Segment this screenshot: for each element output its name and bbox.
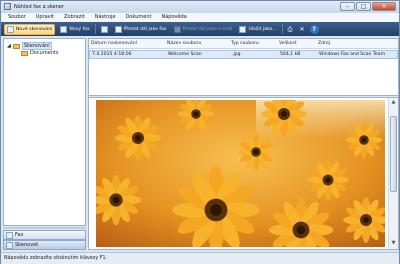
nav-scan-label: Skenovat bbox=[15, 242, 39, 248]
help-icon[interactable]: ? bbox=[309, 24, 319, 34]
column-size[interactable]: Velikost bbox=[279, 41, 297, 46]
save-as-button[interactable]: Uložit jako... bbox=[237, 24, 278, 35]
column-filetype[interactable]: Typ souboru bbox=[231, 41, 259, 46]
column-filename[interactable]: Název souboru bbox=[167, 41, 201, 46]
new-scan-button[interactable]: Nové skenování bbox=[4, 23, 56, 35]
tree-label-documents: Documents bbox=[30, 50, 59, 56]
forward-fax-icon bbox=[114, 25, 122, 33]
scroll-up-icon[interactable]: ▲ bbox=[390, 99, 397, 106]
new-fax-label: Nový fax bbox=[69, 26, 90, 32]
menu-file[interactable]: Soubor bbox=[8, 13, 26, 22]
menu-edit[interactable]: Upravit bbox=[36, 13, 54, 22]
print-icon[interactable]: ⎙ bbox=[286, 25, 295, 34]
toolbar-separator bbox=[281, 24, 283, 34]
preview-pane: ▲ ▼ bbox=[89, 98, 398, 249]
window-title: Náhled fax a skener bbox=[14, 4, 64, 10]
cell-filename: Welcome Scan bbox=[168, 52, 202, 57]
collapse-icon[interactable]: ◢ bbox=[7, 43, 11, 49]
forward-fax-label: Předat dál jako fax bbox=[123, 26, 167, 32]
nav-fax-button[interactable]: Fax bbox=[3, 230, 86, 240]
fax-icon bbox=[6, 231, 13, 239]
cell-date: 7.4.2015 4:18:06 bbox=[92, 52, 132, 57]
fax-icon bbox=[60, 25, 68, 33]
scanner-icon bbox=[6, 241, 13, 249]
forward-email-label: Předat dál jako e-mail bbox=[182, 26, 233, 32]
maximize-button[interactable]: □ bbox=[356, 2, 371, 11]
new-fax-button[interactable]: Nový fax bbox=[58, 24, 91, 35]
save-icon bbox=[239, 25, 247, 33]
nav-fax-label: Fax bbox=[15, 232, 24, 238]
scroll-down-icon[interactable]: ▼ bbox=[390, 240, 397, 247]
main-window: Náhled fax a skener – □ ✕ Soubor Upravit… bbox=[0, 0, 400, 264]
list-header: Datum naskenování Název souboru Typ soub… bbox=[89, 39, 398, 49]
document-icon bbox=[100, 25, 108, 33]
scan-view-button[interactable] bbox=[99, 24, 110, 35]
nav-scan-button[interactable]: Skenovat bbox=[3, 240, 86, 250]
forward-email-button[interactable]: Předat dál jako e-mail bbox=[172, 24, 235, 35]
column-source[interactable]: Zdroj bbox=[318, 41, 330, 46]
forward-email-icon bbox=[173, 25, 181, 33]
preview-image bbox=[96, 100, 385, 247]
close-button[interactable]: ✕ bbox=[372, 2, 396, 11]
app-icon bbox=[4, 3, 11, 10]
pane-separator bbox=[3, 227, 86, 229]
folder-icon bbox=[12, 43, 20, 49]
table-row[interactable]: 7.4.2015 4:18:06 Welcome Scan .jpg 504,1… bbox=[89, 50, 398, 59]
folder-icon bbox=[21, 50, 28, 56]
save-as-label: Uložit jako... bbox=[248, 26, 277, 32]
menu-bar: Soubor Upravit Zobrazit Nástroje Dokumen… bbox=[1, 13, 399, 22]
window-controls: – □ ✕ bbox=[340, 2, 396, 11]
cell-size: 504,1 kB bbox=[280, 52, 301, 57]
menu-document[interactable]: Dokument bbox=[126, 13, 152, 22]
cell-source: Windows Fax and Scan Team bbox=[319, 52, 386, 57]
tree-item-scan[interactable]: ◢ Skenování bbox=[7, 42, 52, 50]
new-scan-label: Nové skenování bbox=[16, 26, 53, 32]
folder-pane: ◢ Skenování Documents bbox=[3, 38, 86, 226]
tree-item-documents[interactable]: Documents bbox=[21, 50, 59, 56]
menu-tools[interactable]: Nástroje bbox=[95, 13, 116, 22]
menu-help[interactable]: Nápověda bbox=[161, 13, 186, 22]
scanner-icon bbox=[7, 25, 14, 33]
content-pane: Datum naskenování Název souboru Typ soub… bbox=[88, 38, 399, 250]
column-date[interactable]: Datum naskenování bbox=[91, 41, 137, 46]
scroll-thumb[interactable] bbox=[390, 116, 397, 192]
delete-icon[interactable]: ✕ bbox=[298, 25, 307, 34]
title-bar: Náhled fax a skener – □ ✕ bbox=[1, 1, 399, 13]
cell-filetype: .jpg bbox=[232, 52, 241, 57]
tree-label-scan: Skenování bbox=[21, 42, 52, 50]
minimize-button[interactable]: – bbox=[340, 2, 355, 11]
toolbar: Nové skenování Nový fax Předat dál jako … bbox=[1, 22, 399, 36]
toolbar-separator bbox=[94, 24, 96, 34]
menu-view[interactable]: Zobrazit bbox=[64, 13, 85, 22]
status-bar: Nápovědu zobrazíte stisknutím klávesy F1… bbox=[1, 252, 399, 264]
vertical-scrollbar[interactable]: ▲ ▼ bbox=[388, 98, 398, 249]
forward-fax-button[interactable]: Předat dál jako fax bbox=[113, 24, 169, 35]
